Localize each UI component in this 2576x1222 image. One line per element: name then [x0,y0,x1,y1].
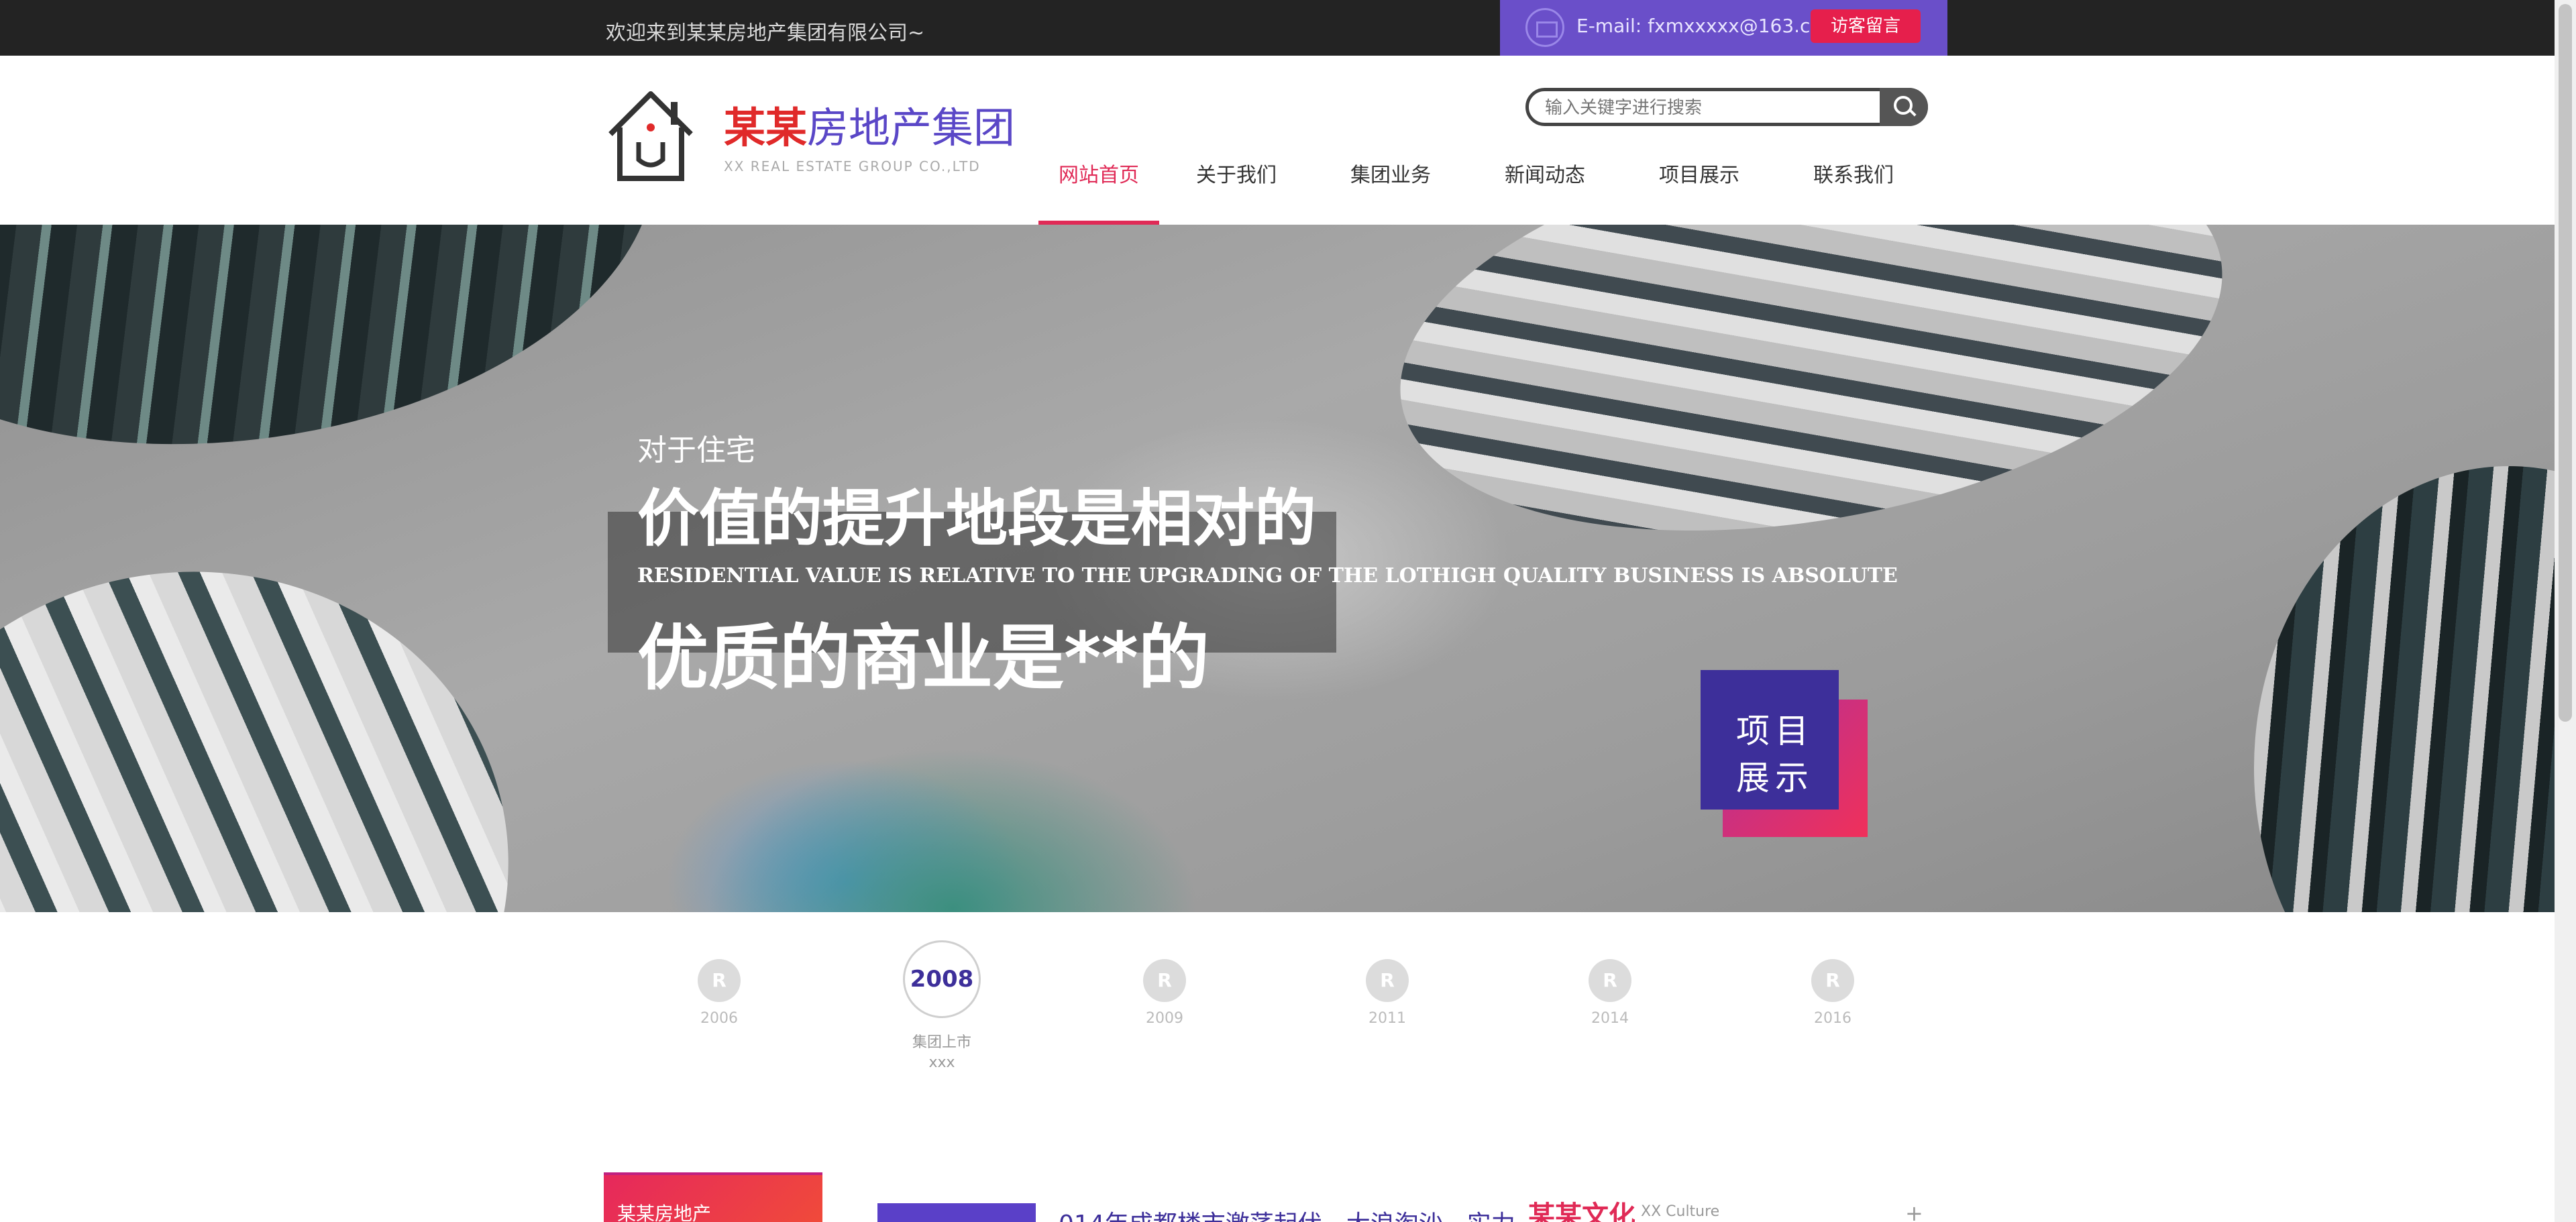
timeline-item[interactable]: R 2006 [652,959,786,1027]
more-plus-icon[interactable]: + [1905,1201,1923,1222]
search-icon[interactable] [1880,88,1928,126]
culture-heading: 某某文化 [1528,1201,1635,1222]
welcome-text: 欢迎来到某某房地产集团有限公司~ [606,21,925,45]
brand-rest: 房地产集团 [807,103,1016,152]
building-image [2254,466,2555,912]
project-showcase-button[interactable]: 项目展示 [1736,708,1834,801]
timeline-description: 集团上市 xxx [875,1033,1009,1073]
email-text: E-mail: fxmxxxxx@163.com [1576,15,1840,37]
house-logo-icon[interactable] [604,87,698,185]
mail-icon [1525,8,1564,47]
nav-item-contact[interactable]: 联系我们 [1776,149,1931,225]
building-image [0,225,686,495]
building-image [0,502,574,912]
timeline-marker-icon: R [1366,959,1409,1002]
company-card[interactable]: 某某房地产 [604,1172,822,1222]
nav-item-home[interactable]: 网站首页 [1038,149,1159,225]
main-nav: 网站首页 关于我们 集团业务 新闻动态 项目展示 联系我们 [1038,149,1931,225]
search-box [1525,88,1928,126]
brand-subtitle: XX REAL ESTATE GROUP CO.,LTD [724,158,981,174]
timeline-item[interactable]: R 2011 [1320,959,1454,1027]
timeline-marker-icon: R [1811,959,1854,1002]
timeline-year: 2016 [1814,1010,1851,1027]
banner-english-line: RESIDENTIAL VALUE IS RELATIVE TO THE UPG… [637,564,1898,588]
search-input[interactable] [1545,95,1867,119]
timeline-desc-line-1: 集团上市 [912,1034,971,1051]
guestbook-button[interactable]: 访客留言 [1811,9,1921,43]
banner-small-heading: 对于住宅 [637,433,755,467]
hero-banner: 对于住宅 价值的提升地段是相对的 RESIDENTIAL VALUE IS RE… [0,225,2555,912]
news-headline[interactable]: 014年成都楼市激荡起伏，大浪淘沙，实力 [1059,1205,1515,1222]
timeline-year: 2006 [700,1010,738,1027]
email-label: E-mail [1576,15,1635,37]
banner-headline-1: 价值的提升地段是相对的 [637,483,1317,555]
nav-item-news[interactable]: 新闻动态 [1468,149,1622,225]
timeline-year-circle: 2008 [903,940,981,1018]
culture-subheading: XX Culture [1641,1203,1720,1220]
timeline-marker-icon: R [1143,959,1186,1002]
timeline-item[interactable]: R 2016 [1766,959,1900,1027]
timeline-item[interactable]: R 2014 [1543,959,1677,1027]
timeline-year: 2009 [1146,1010,1183,1027]
nav-item-about[interactable]: 关于我们 [1159,149,1313,225]
company-card-title: 某某房地产 [617,1203,712,1222]
news-tag[interactable] [877,1203,1036,1222]
scrollbar-thumb[interactable] [2559,4,2572,722]
timeline-marker-icon: R [698,959,741,1002]
brand-highlight: 某某 [724,103,808,152]
timeline-marker-icon: R [1589,959,1631,1002]
building-image [1368,225,2254,590]
timeline-year: 2011 [1368,1010,1406,1027]
timeline-item[interactable]: R 2009 [1097,959,1232,1027]
timeline-desc-line-2: xxx [928,1054,955,1071]
page-scrollbar[interactable] [2555,0,2576,1222]
banner-headline-2: 优质的商业是**的 [637,617,1210,700]
nav-item-business[interactable]: 集团业务 [1313,149,1468,225]
top-bar: 欢迎来到某某房地产集团有限公司~ E-mail: fxmxxxxx@163.co… [0,0,2555,56]
email-bar: E-mail: fxmxxxxx@163.com 访客留言 [1500,0,1947,56]
nav-item-projects[interactable]: 项目展示 [1622,149,1776,225]
timeline-year: 2014 [1591,1010,1629,1027]
brand-name[interactable]: 某某房地产集团 [724,106,1015,150]
timeline-item-active[interactable]: 2008 集团上市 xxx [875,940,1009,1073]
